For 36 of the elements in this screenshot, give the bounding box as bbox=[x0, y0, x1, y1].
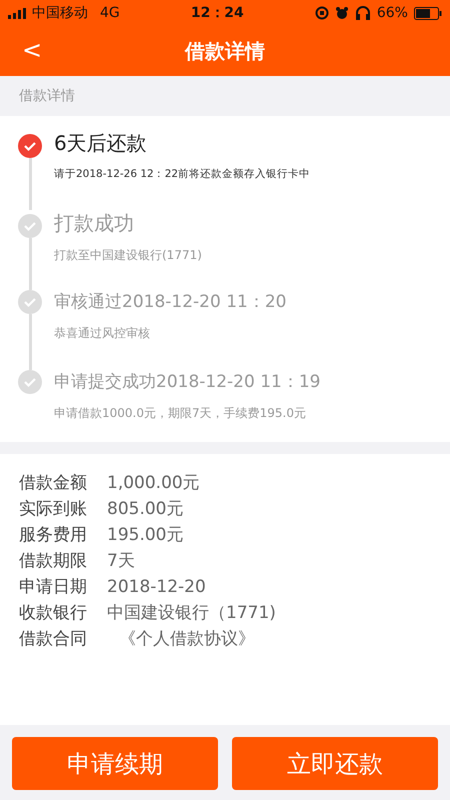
step-title: 申请提交成功2018-12-20 11：19 bbox=[54, 371, 320, 393]
step-title: 审核通过2018-12-20 11：20 bbox=[54, 291, 286, 313]
network-type: 4G bbox=[100, 5, 120, 21]
step-title: 打款成功 bbox=[54, 210, 135, 237]
rotation-lock-icon bbox=[314, 6, 329, 20]
step-title: 6天后还款 bbox=[54, 130, 148, 157]
detail-label: 收款银行 bbox=[19, 602, 88, 625]
step-detail: 打款至中国建设银行(1771) bbox=[54, 247, 202, 264]
contract-link[interactable]: 《个人借款协议》 bbox=[107, 626, 255, 652]
detail-value: 2018-12-20 bbox=[107, 576, 206, 599]
detail-label: 借款金额 bbox=[19, 472, 88, 495]
status-time: 12：24 bbox=[190, 4, 244, 22]
signal-icon bbox=[8, 8, 26, 18]
detail-label: 借款合同 bbox=[19, 628, 88, 651]
step-detail: 申请借款1000.0元，期限7天，手续费195.0元 bbox=[54, 405, 307, 422]
repay-button[interactable]: 立即还款 bbox=[232, 737, 438, 790]
step-detail: 恭喜通过风控审核 bbox=[54, 325, 151, 342]
headphones-icon bbox=[354, 6, 371, 20]
detail-value: 7天 bbox=[107, 550, 135, 573]
carrier-name: 中国移动 bbox=[32, 4, 88, 22]
page-title: 借款详情 bbox=[185, 38, 265, 64]
detail-label: 实际到账 bbox=[19, 498, 88, 521]
alarm-icon bbox=[334, 6, 349, 20]
detail-value: 中国建设银行（1771) bbox=[107, 602, 276, 625]
detail-value: 1,000.00元 bbox=[107, 472, 200, 495]
detail-value: 195.00元 bbox=[107, 524, 184, 547]
detail-label: 申请日期 bbox=[19, 576, 88, 599]
battery-icon bbox=[414, 6, 442, 20]
detail-value: 805.00元 bbox=[107, 498, 184, 521]
step-detail: 请于2018-12-26 12：22前将还款金额存入银行卡中 bbox=[54, 167, 310, 181]
detail-label: 借款期限 bbox=[19, 550, 88, 573]
section-title: 借款详情 bbox=[19, 87, 75, 105]
renew-button[interactable]: 申请续期 bbox=[12, 737, 218, 790]
detail-label: 服务费用 bbox=[19, 524, 88, 547]
back-button[interactable]: < bbox=[18, 36, 46, 64]
battery-percent: 66% bbox=[376, 5, 408, 21]
